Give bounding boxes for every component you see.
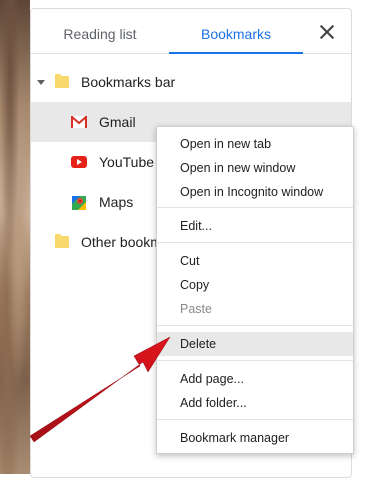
annotation-arrow-icon [29,336,171,443]
